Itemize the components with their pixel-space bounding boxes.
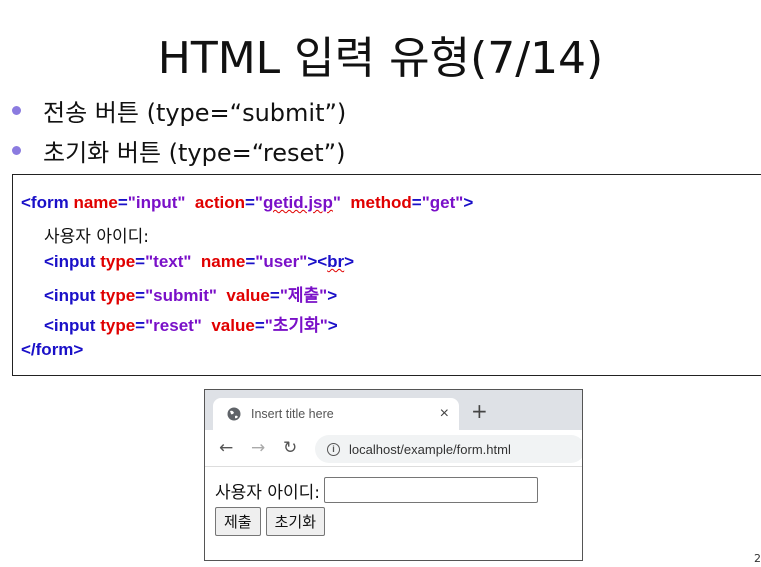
globe-icon: [227, 407, 241, 421]
address-bar[interactable]: i localhost/example/form.html: [315, 435, 582, 463]
code-line-form-open: <form name="input" action="getid.jsp" me…: [21, 193, 473, 213]
back-arrow-icon[interactable]: ←: [219, 438, 233, 458]
reload-icon[interactable]: ↻: [283, 438, 297, 458]
code-value: "초기화": [264, 316, 328, 335]
code-tag: >: [463, 193, 474, 212]
code-attr: value: [226, 286, 270, 305]
button-row: 제출 초기화: [215, 507, 572, 536]
code-eq: =: [245, 252, 256, 271]
code-value: "get": [421, 193, 464, 212]
user-id-label: 사용자 아이디:: [215, 482, 320, 503]
bullet-item-submit: 전송 버튼 (type=“submit”): [12, 90, 346, 130]
reset-button[interactable]: 초기화: [265, 507, 326, 536]
code-tag: <form: [21, 193, 74, 212]
code-eq: =: [117, 193, 128, 212]
code-tag: >: [327, 316, 338, 335]
code-tag: >: [327, 286, 338, 305]
slide-title: HTML 입력 유형(7/14): [157, 33, 604, 84]
browser-window: Insert title here × + ← → ↻ i localhost/…: [204, 389, 583, 561]
code-line-input-reset: <input type="reset" value="초기화">: [44, 311, 338, 336]
forward-arrow-icon[interactable]: →: [251, 438, 265, 458]
code-tag: <input: [44, 286, 101, 305]
code-tag: <input: [44, 252, 101, 271]
code-eq: =: [411, 193, 422, 212]
bullet-dot-icon: [12, 105, 21, 115]
code-line-form-close: </form>: [21, 340, 84, 359]
user-id-input[interactable]: [323, 477, 538, 503]
code-eq: =: [254, 316, 265, 335]
code-line-input-submit: <input type="submit" value="제출">: [44, 281, 337, 306]
browser-tab[interactable]: Insert title here ×: [213, 398, 459, 430]
code-eq: =: [244, 193, 255, 212]
code-block: <form name="input" action="getid.jsp" me…: [12, 174, 761, 376]
code-value: "reset": [145, 316, 202, 335]
code-line-input-text: <input type="text" name="user"><br>: [44, 252, 354, 272]
info-icon[interactable]: i: [327, 442, 340, 456]
code-tag: br: [327, 252, 345, 271]
bullet-text: 초기화 버튼 (type=“reset”): [43, 138, 346, 167]
bullet-dot-icon: [12, 145, 21, 155]
code-attr: type: [100, 286, 136, 305]
bullet-text: 전송 버튼 (type=“submit”): [43, 98, 347, 127]
code-eq: =: [135, 316, 146, 335]
code-quote: ": [254, 193, 263, 212]
code-line-text: 사용자 아이디:: [44, 227, 149, 247]
code-attr: method: [350, 193, 412, 212]
url-text: localhost/example/form.html: [349, 441, 511, 457]
browser-toolbar: ← → ↻ i localhost/example/form.html: [205, 430, 582, 467]
page-content: 사용자 아이디: 제출 초기화: [205, 467, 582, 546]
tab-strip: Insert title here × +: [205, 390, 582, 430]
code-quote: ": [332, 193, 341, 212]
bullet-list: 전송 버튼 (type=“submit”) 초기화 버튼 (type=“rese…: [12, 90, 346, 170]
code-tag: <input: [44, 316, 101, 335]
code-value: "text": [145, 252, 192, 271]
code-eq: =: [135, 252, 146, 271]
code-value: "submit": [145, 286, 217, 305]
code-attr: type: [100, 252, 136, 271]
code-attr: type: [100, 316, 136, 335]
code-eq: =: [269, 286, 280, 305]
new-tab-icon[interactable]: +: [471, 399, 488, 423]
page-number: 2: [754, 552, 761, 565]
code-eq: =: [135, 286, 146, 305]
code-tag: >: [344, 252, 355, 271]
code-attr: action: [194, 193, 245, 212]
code-attr: name: [73, 193, 118, 212]
code-value: getid.jsp: [262, 193, 333, 212]
bullet-item-reset: 초기화 버튼 (type=“reset”): [12, 130, 346, 170]
close-tab-icon[interactable]: ×: [440, 405, 449, 423]
code-value: "제출": [279, 286, 328, 305]
code-value: "input": [127, 193, 186, 212]
submit-button[interactable]: 제출: [215, 507, 261, 536]
tab-title: Insert title here: [251, 407, 334, 421]
form-row: 사용자 아이디:: [215, 477, 572, 503]
code-attr: name: [200, 252, 246, 271]
code-value: "user": [255, 252, 308, 271]
code-attr: value: [211, 316, 255, 335]
code-tag: ><: [307, 252, 328, 271]
